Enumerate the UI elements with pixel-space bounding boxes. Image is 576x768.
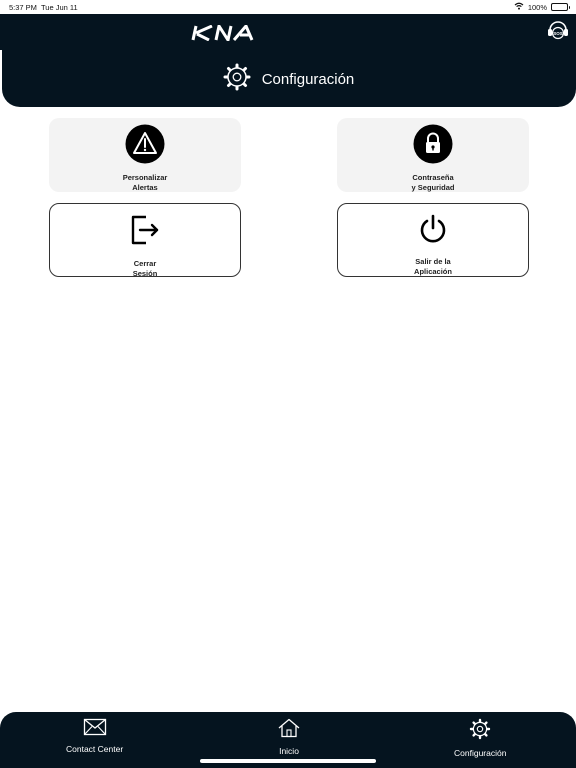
tile-label: Salir de la Aplicación	[414, 257, 452, 277]
exit-app-button[interactable]: Salir de la Aplicación	[337, 203, 529, 277]
status-time: 5:37 PM	[9, 3, 37, 12]
logout-button[interactable]: Cerrar Sesión	[49, 203, 241, 279]
tile-label-line2: y Seguridad	[411, 183, 455, 192]
password-security-button[interactable]: Contraseña y Seguridad	[337, 118, 529, 192]
status-bar: 5:37 PM Tue Jun 11 100%	[0, 0, 576, 14]
sos-button[interactable]: SOS	[546, 17, 570, 48]
tab-label: Contact Center	[66, 744, 124, 754]
tile-label: Contraseña y Seguridad	[412, 173, 455, 193]
tile-label-line2: Alertas	[132, 183, 158, 192]
app-header	[0, 14, 576, 50]
lock-icon	[413, 124, 453, 169]
status-indicators: 100%	[514, 2, 570, 12]
home-indicator	[200, 759, 376, 763]
home-icon	[277, 718, 301, 743]
sos-label: SOS	[553, 31, 563, 36]
kia-logo	[190, 22, 256, 46]
mail-icon	[83, 718, 107, 741]
page-title: Configuración	[261, 71, 355, 88]
tile-label-line1: Cerrar	[133, 259, 157, 268]
tile-label-line1: Salir de la	[415, 257, 451, 266]
tile-label-line2: Aplicación	[414, 267, 452, 276]
logout-icon	[128, 213, 162, 252]
tile-label: Cerrar Sesión	[133, 259, 158, 279]
page-header: Configuración	[0, 62, 576, 97]
personalize-alerts-button[interactable]: Personalizar Alertas	[49, 118, 241, 192]
power-icon	[417, 213, 449, 250]
tile-label: Personalizar Alertas	[123, 173, 168, 193]
tile-label-line2: Sesión	[132, 269, 158, 278]
battery-percent: 100%	[527, 2, 547, 12]
tab-home[interactable]: Inicio	[277, 718, 301, 756]
tile-label-line1: Personalizar	[122, 173, 168, 182]
tab-label: Inicio	[279, 746, 299, 756]
gear-icon	[222, 62, 252, 97]
tab-settings[interactable]: Configuración	[454, 718, 506, 758]
tab-contact-center[interactable]: Contact Center	[66, 718, 123, 754]
tile-label-line1: Contraseña	[412, 173, 454, 182]
gear-icon	[469, 718, 491, 745]
status-date: Tue Jun 11	[41, 3, 78, 12]
battery-icon	[551, 3, 570, 11]
tab-label: Configuración	[454, 748, 507, 758]
wifi-icon	[514, 2, 524, 12]
alert-triangle-icon	[125, 124, 165, 169]
